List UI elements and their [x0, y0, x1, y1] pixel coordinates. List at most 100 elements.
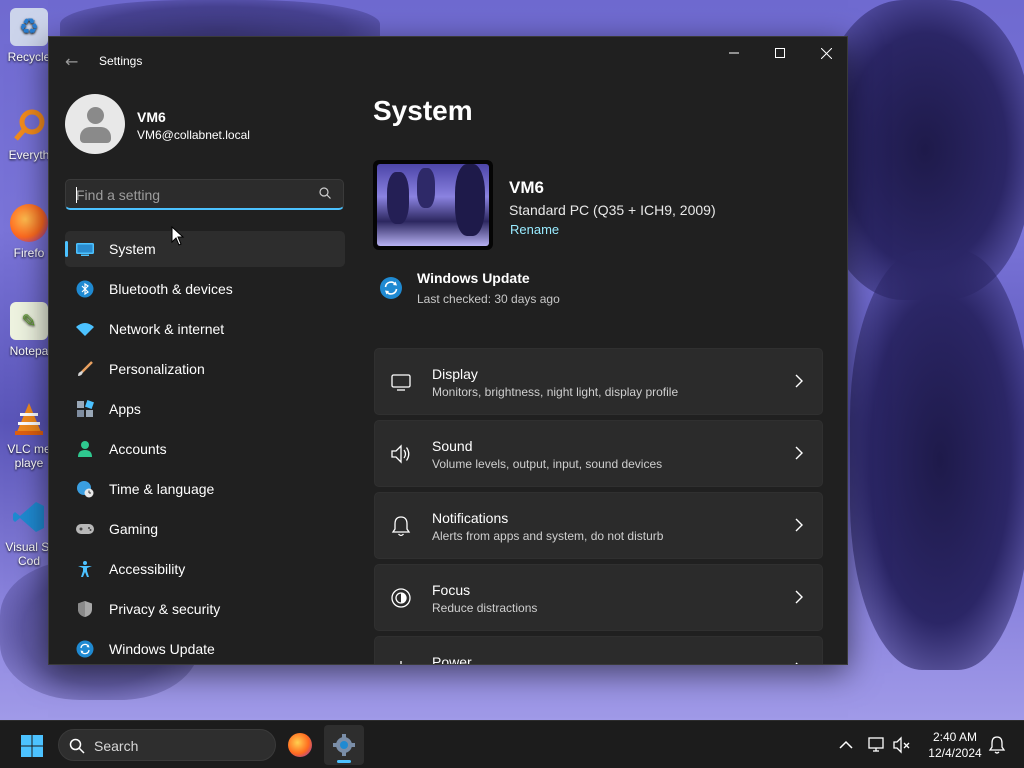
- back-arrow-icon[interactable]: ←: [65, 52, 78, 71]
- minimize-button[interactable]: [711, 37, 757, 69]
- taskbar-settings[interactable]: [324, 725, 364, 765]
- windows-update-last-checked: Last checked: 30 days ago: [417, 292, 560, 306]
- card-subtitle: Monitors, brightness, night light, displ…: [432, 385, 679, 399]
- sidebar-item-bluetooth[interactable]: Bluetooth & devices: [65, 271, 345, 307]
- sidebar-item-personalization[interactable]: Personalization: [65, 351, 345, 387]
- everything-search-icon: [10, 106, 48, 144]
- sidebar-item-label: Time & language: [109, 481, 215, 497]
- title-bar: ← Settings: [49, 37, 847, 85]
- profile-name: VM6: [137, 109, 166, 125]
- sidebar-item-label: Accessibility: [109, 561, 186, 577]
- minimize-icon: [729, 52, 739, 54]
- device-model: Standard PC (Q35 + ICH9, 2009): [509, 202, 716, 218]
- device-wallpaper-preview: [377, 164, 489, 246]
- card-title: Focus: [432, 582, 471, 598]
- speaker-muted-icon[interactable]: [892, 735, 912, 755]
- power-icon: [400, 661, 402, 664]
- sidebar-item-gaming[interactable]: Gaming: [65, 511, 345, 547]
- chevron-up-icon[interactable]: [836, 735, 856, 755]
- monitor-icon: [391, 374, 411, 391]
- device-thumbnail: [373, 160, 493, 250]
- apps-icon: [74, 398, 96, 420]
- network-wired-icon[interactable]: [866, 735, 886, 755]
- settings-card-display[interactable]: Display Monitors, brightness, night ligh…: [374, 348, 823, 415]
- gamepad-icon: [74, 518, 96, 540]
- notepad-plus-icon: ✎: [10, 302, 48, 340]
- start-windows-icon[interactable]: [20, 734, 44, 758]
- accessibility-icon: [74, 558, 96, 580]
- settings-card-power[interactable]: Power: [374, 636, 823, 665]
- card-title: Notifications: [432, 510, 509, 526]
- sidebar-item-network[interactable]: Network & internet: [65, 311, 345, 347]
- find-setting-search[interactable]: [65, 179, 344, 210]
- card-title: Power: [432, 654, 472, 665]
- sidebar-item-accounts[interactable]: Accounts: [65, 431, 345, 467]
- text-caret: [76, 187, 77, 203]
- sidebar-item-privacy-security[interactable]: Privacy & security: [65, 591, 345, 627]
- sidebar-item-windows-update[interactable]: Windows Update: [65, 631, 345, 664]
- rename-link[interactable]: Rename: [510, 222, 559, 237]
- sidebar-item-label: Personalization: [109, 361, 205, 377]
- windows-update-icon: [74, 638, 96, 660]
- clock-date: 12/4/2024: [928, 746, 982, 760]
- page-title: System: [373, 95, 473, 126]
- gear-icon: [333, 734, 355, 756]
- sidebar-item-system[interactable]: System: [65, 231, 345, 267]
- globe-clock-icon: [74, 478, 96, 500]
- focus-icon: [391, 588, 411, 608]
- active-app-indicator: [337, 760, 351, 763]
- sidebar-nav: System Bluetooth & devices Network & int…: [65, 231, 345, 664]
- sidebar-item-label: System: [109, 241, 156, 257]
- window-title: Settings: [99, 54, 143, 68]
- settings-window: ← Settings VM6 VM6@collabnet.local Syste…: [48, 36, 848, 665]
- vscode-icon: [10, 498, 48, 536]
- bluetooth-icon: [74, 278, 96, 300]
- sidebar-item-time-language[interactable]: Time & language: [65, 471, 345, 507]
- bell-icon[interactable]: [987, 735, 1007, 755]
- settings-card-sound[interactable]: Sound Volume levels, output, input, soun…: [374, 420, 823, 487]
- system-display-icon: [74, 238, 96, 260]
- maximize-button[interactable]: [757, 37, 803, 69]
- card-title: Display: [432, 366, 478, 382]
- avatar-body: [80, 127, 111, 143]
- settings-card-focus[interactable]: Focus Reduce distractions: [374, 564, 823, 631]
- chevron-right-icon: [795, 446, 803, 460]
- paintbrush-icon: [74, 358, 96, 380]
- firefox-icon: [288, 733, 312, 757]
- vlc-icon: [10, 400, 48, 438]
- chevron-right-icon: [795, 590, 803, 604]
- windows-update-status-icon[interactable]: [379, 276, 403, 300]
- taskbar-firefox[interactable]: [280, 725, 320, 765]
- clock-time: 2:40 AM: [932, 730, 978, 744]
- windows-update-title[interactable]: Windows Update: [417, 270, 530, 286]
- speaker-icon: [391, 444, 410, 464]
- sidebar-item-label: Bluetooth & devices: [109, 281, 233, 297]
- firefox-icon: [10, 204, 48, 242]
- search-icon: [69, 738, 85, 754]
- chevron-right-icon: [795, 518, 803, 532]
- sidebar-item-label: Network & internet: [109, 321, 225, 337]
- taskbar-search-label: Search: [94, 738, 139, 754]
- shield-icon: [74, 598, 96, 620]
- chevron-right-icon: [795, 662, 798, 664]
- search-input[interactable]: [76, 185, 306, 205]
- device-name: VM6: [509, 178, 544, 197]
- close-button[interactable]: [803, 37, 847, 69]
- person-icon: [74, 438, 96, 460]
- bell-icon: [391, 516, 411, 537]
- sidebar-item-label: Windows Update: [109, 641, 215, 657]
- mouse-cursor-icon: [171, 226, 185, 246]
- avatar[interactable]: [65, 94, 125, 154]
- chevron-right-icon: [795, 374, 803, 388]
- taskbar-clock[interactable]: 2:40 AM 12/4/2024: [920, 729, 990, 761]
- card-subtitle: Alerts from apps and system, do not dist…: [432, 529, 664, 543]
- wifi-icon: [74, 318, 96, 340]
- taskbar-search[interactable]: Search: [58, 729, 276, 761]
- card-title: Sound: [432, 438, 473, 454]
- sidebar-item-label: Privacy & security: [109, 601, 221, 617]
- card-subtitle: Reduce distractions: [432, 601, 538, 615]
- settings-card-notifications[interactable]: Notifications Alerts from apps and syste…: [374, 492, 823, 559]
- maximize-icon: [775, 48, 785, 58]
- sidebar-item-apps[interactable]: Apps: [65, 391, 345, 427]
- sidebar-item-accessibility[interactable]: Accessibility: [65, 551, 345, 587]
